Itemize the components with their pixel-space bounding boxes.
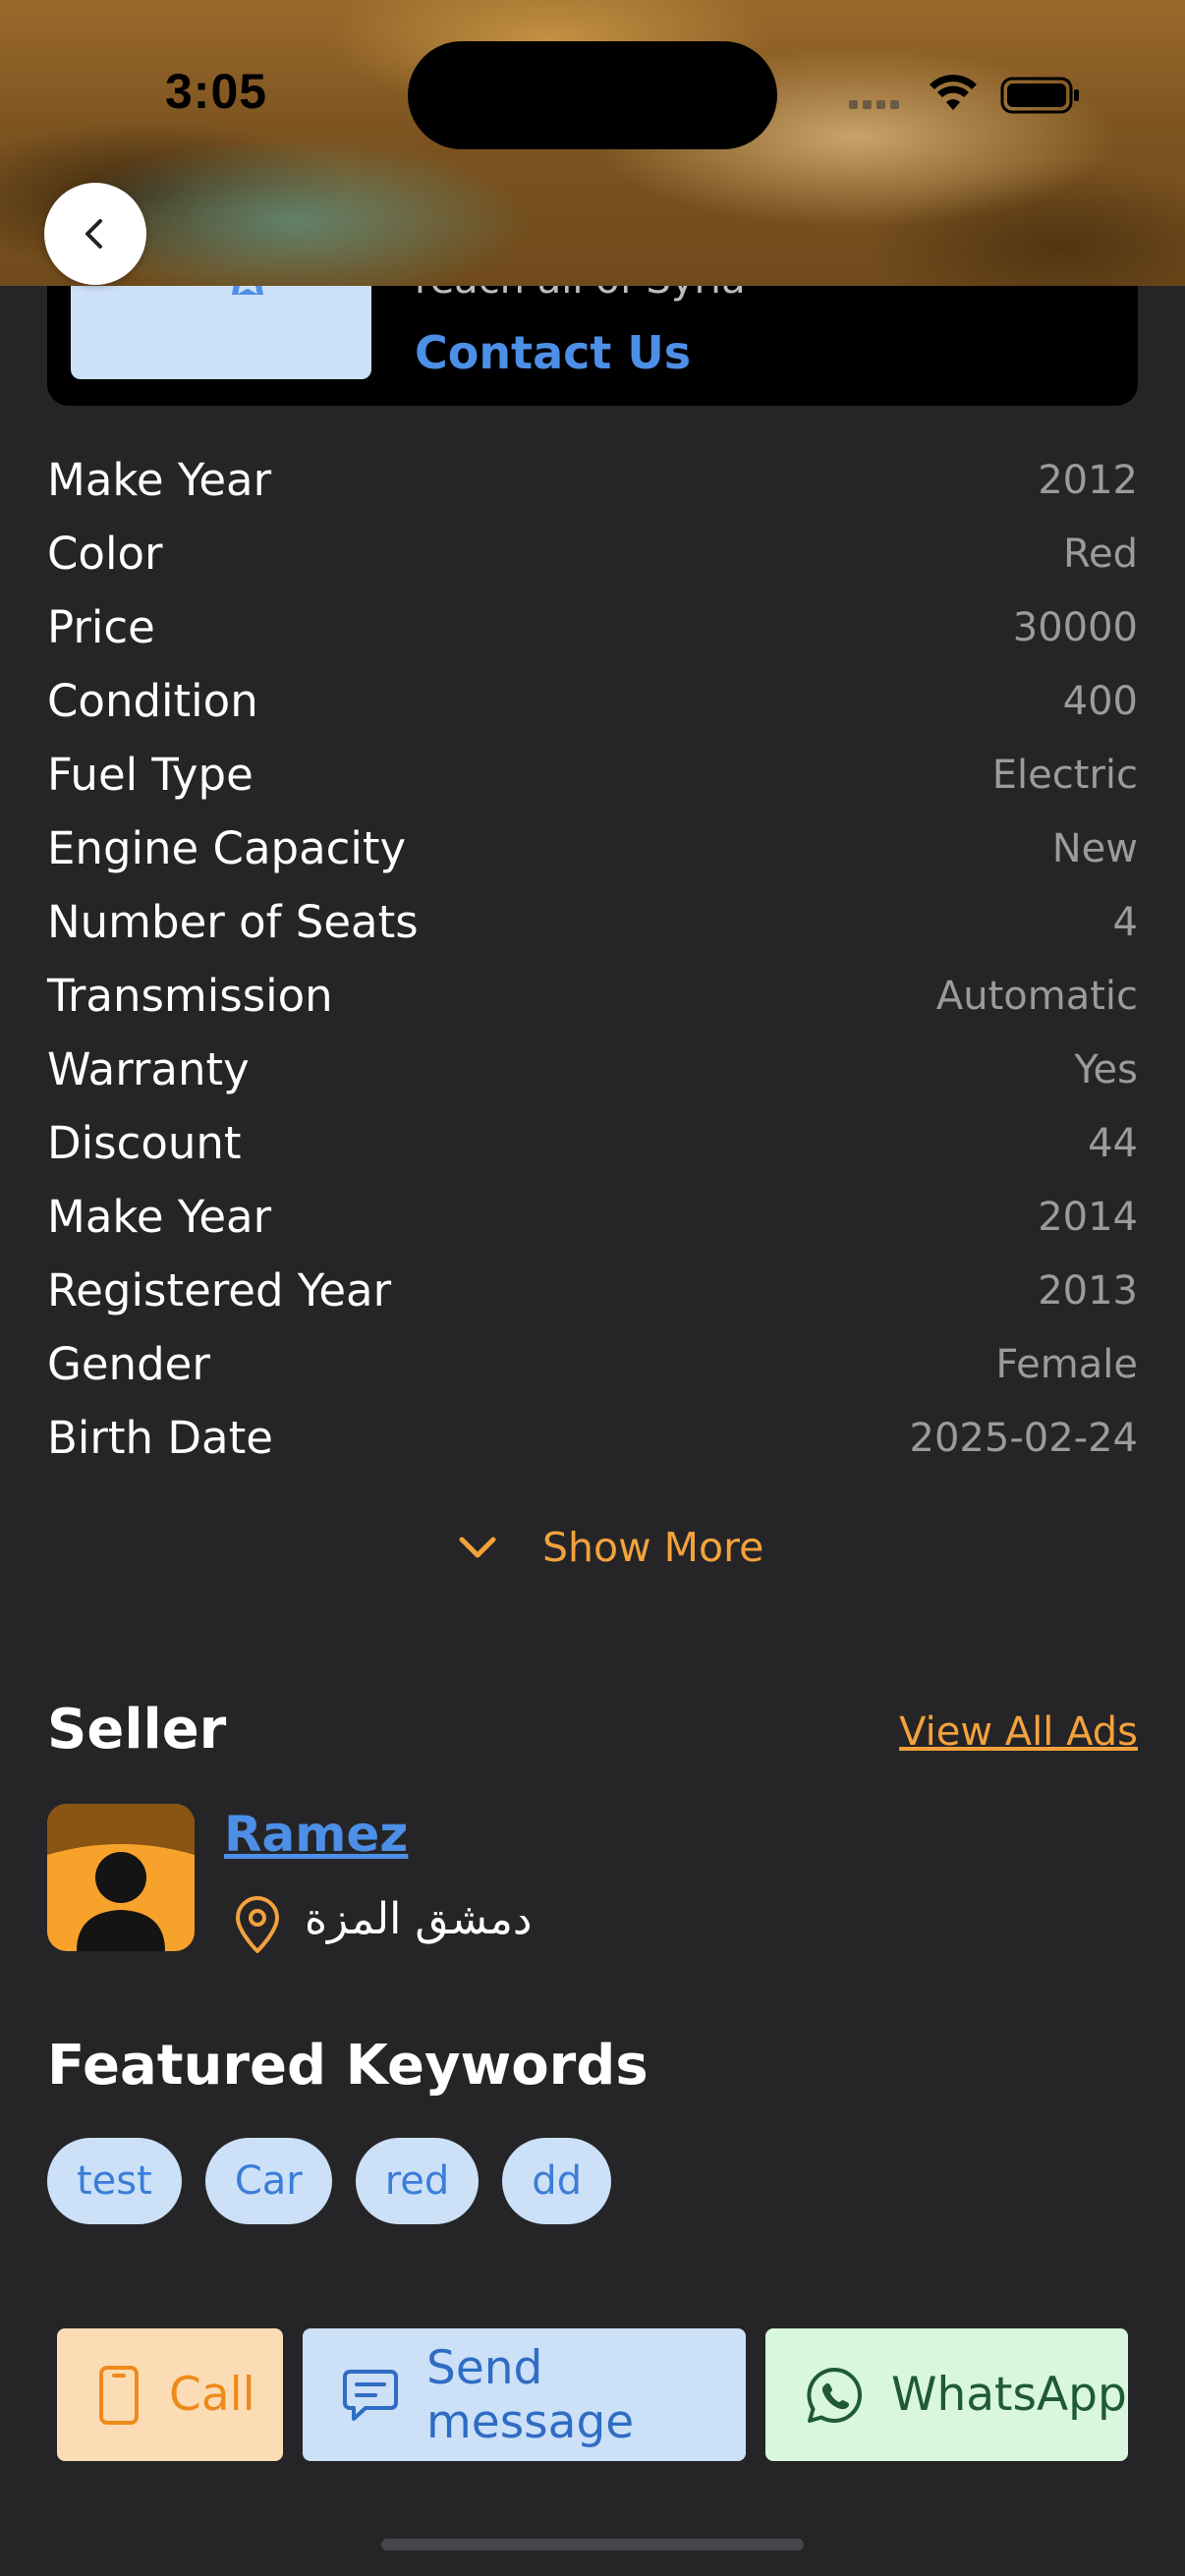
spec-value: 400 (1062, 679, 1138, 724)
spec-value: New (1051, 826, 1138, 871)
spec-value: 2012 (1038, 458, 1138, 503)
phone-icon (99, 2365, 139, 2425)
hero-image: 3:05 (0, 0, 1185, 286)
spec-value: Red (1063, 532, 1138, 577)
status-time: 3:05 (165, 64, 268, 119)
spec-row: Fuel Type Electric (47, 749, 1138, 822)
spec-value: Female (995, 1342, 1138, 1387)
whatsapp-label: WhatsApp (891, 2368, 1127, 2422)
spec-label: Gender (47, 1338, 210, 1390)
avatar[interactable] (47, 1804, 195, 1951)
show-more-label: Show More (542, 1524, 764, 1571)
send-message-button[interactable]: Send message (303, 2328, 746, 2461)
spec-row: Discount 44 (47, 1117, 1138, 1191)
spec-label: Price (47, 601, 155, 653)
location-pin-icon (236, 1896, 279, 1953)
back-button[interactable] (44, 183, 146, 285)
spec-value: Electric (991, 753, 1138, 798)
spec-label: Color (47, 528, 163, 580)
spec-row: Condition 400 (47, 675, 1138, 749)
spec-row: Transmission Automatic (47, 970, 1138, 1043)
seller-heading: Seller (47, 1698, 227, 1762)
spec-label: Discount (47, 1117, 242, 1169)
spec-row: Warranty Yes (47, 1043, 1138, 1117)
call-button[interactable]: Call (57, 2328, 283, 2461)
spec-value: Automatic (935, 974, 1138, 1019)
spec-value: 44 (1088, 1121, 1138, 1166)
status-icons (849, 75, 1079, 114)
seller-location: دمشق المزة (305, 1894, 533, 1944)
spec-label: Make Year (47, 1191, 272, 1243)
view-all-ads-link[interactable]: View All Ads (899, 1709, 1138, 1755)
keyword-list: test Car red dd (47, 2138, 612, 2224)
call-label: Call (169, 2368, 255, 2422)
spec-row: Gender Female (47, 1338, 1138, 1412)
spec-label: Warranty (47, 1043, 250, 1095)
contact-us-link[interactable]: Contact Us (415, 326, 691, 379)
chevron-down-icon (459, 1537, 496, 1558)
spec-label: Condition (47, 675, 258, 727)
spec-row: Make Year 2014 (47, 1191, 1138, 1264)
spec-value: 2013 (1038, 1268, 1138, 1314)
spec-label: Registered Year (47, 1264, 392, 1316)
featured-keywords-heading: Featured Keywords (47, 2034, 649, 2098)
message-icon (343, 2369, 398, 2421)
whatsapp-icon (807, 2367, 862, 2423)
spec-value: 30000 (1012, 605, 1138, 650)
keyword-chip[interactable]: Car (204, 2138, 332, 2224)
spec-label: Fuel Type (47, 749, 254, 801)
spec-label: Number of Seats (47, 896, 419, 948)
chevron-left-icon (85, 219, 102, 249)
spec-row: Make Year 2012 (47, 454, 1138, 528)
spec-label: Transmission (47, 970, 333, 1022)
spec-row: Birth Date 2025-02-24 (47, 1412, 1138, 1485)
keyword-chip[interactable]: test (47, 2138, 182, 2224)
spec-list: Make Year 2012 Color Red Price 30000 Condit… (47, 454, 1138, 1485)
signal-icon (849, 100, 899, 109)
dynamic-island (408, 41, 777, 149)
spec-value: Yes (1074, 1047, 1138, 1092)
keyword-chip[interactable]: dd (502, 2138, 612, 2224)
keyword-chip[interactable]: red (355, 2138, 480, 2224)
spec-value: 2014 (1038, 1195, 1138, 1240)
seller-name-link[interactable]: Ramez (224, 1806, 408, 1863)
send-message-label: Send message (426, 2340, 635, 2449)
spec-row: Registered Year 2013 (47, 1264, 1138, 1338)
spec-row: Price 30000 (47, 601, 1138, 675)
spec-row: Color Red (47, 528, 1138, 601)
spec-value: 2025-02-24 (909, 1416, 1138, 1461)
spec-row: Engine Capacity New (47, 822, 1138, 896)
spec-row: Number of Seats 4 (47, 896, 1138, 970)
whatsapp-button[interactable]: WhatsApp (765, 2328, 1128, 2461)
spec-label: Make Year (47, 454, 272, 506)
show-more-button[interactable]: Show More (454, 1518, 763, 1577)
person-icon (47, 1804, 195, 1951)
wifi-icon (930, 75, 977, 110)
home-indicator[interactable] (381, 2539, 804, 2550)
spec-label: Birth Date (47, 1412, 273, 1464)
spec-value: 4 (1112, 900, 1138, 945)
spec-label: Engine Capacity (47, 822, 407, 874)
battery-icon (1000, 77, 1079, 114)
